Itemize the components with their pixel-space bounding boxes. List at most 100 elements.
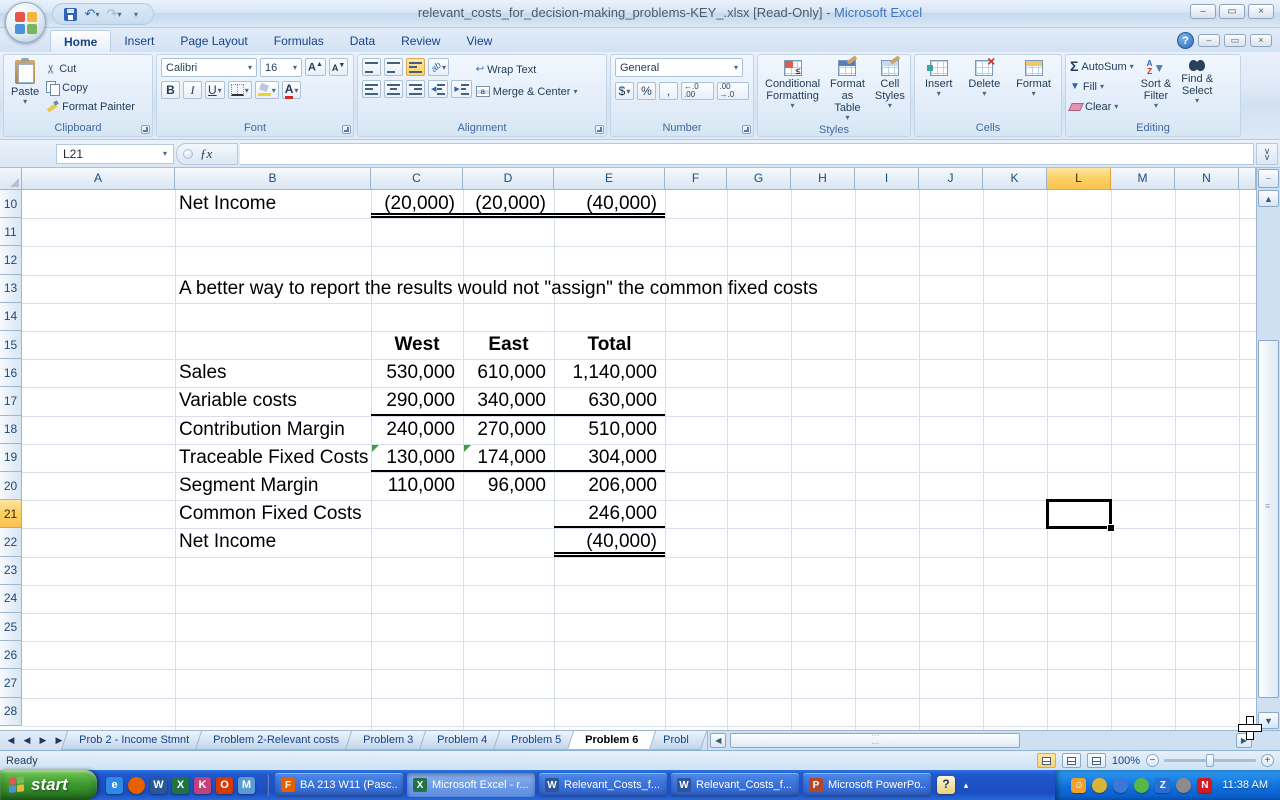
tray-icon-shield[interactable]: [1092, 778, 1107, 793]
sheet-tab-3[interactable]: Problem 3: [345, 731, 431, 750]
font-name-dropdown-icon[interactable]: ▾: [248, 64, 252, 71]
name-box[interactable]: L21▾: [56, 144, 174, 164]
row-header-22[interactable]: 22: [0, 528, 22, 556]
zoom-level[interactable]: 100%: [1112, 755, 1140, 767]
format-painter-button[interactable]: Format Painter: [46, 98, 135, 115]
vertical-scroll-thumb[interactable]: [1258, 340, 1279, 698]
delete-cells-button[interactable]: Delete ▾: [965, 58, 1003, 121]
paste-button[interactable]: Paste ▾: [8, 58, 42, 121]
delete-dropdown-icon[interactable]: ▾: [982, 90, 986, 97]
workbook-minimize-button[interactable]: –: [1198, 34, 1220, 47]
next-sheet-button[interactable]: ▶: [36, 735, 50, 746]
column-header-A[interactable]: A: [22, 168, 175, 190]
number-dialog-launcher[interactable]: [742, 125, 751, 134]
wrap-text-button[interactable]: ↩Wrap Text: [476, 61, 578, 78]
cell-D18[interactable]: 270,000: [463, 416, 554, 444]
redo-button[interactable]: ↷▾: [105, 5, 123, 23]
cell-B17[interactable]: Variable costs: [175, 387, 371, 415]
taskbar-task[interactable]: PMicrosoft PowerPo...: [803, 773, 931, 797]
underline-dropdown-icon[interactable]: ▾: [218, 87, 222, 94]
fill-color-button[interactable]: ▾: [255, 81, 279, 99]
align-right-button[interactable]: [406, 80, 425, 98]
insert-function-button[interactable]: ƒx: [176, 143, 238, 165]
taskbar-task[interactable]: XMicrosoft Excel - r...: [407, 773, 535, 797]
grow-font-button[interactable]: A▲: [305, 58, 326, 76]
percent-style-button[interactable]: %: [637, 82, 656, 100]
excel-icon[interactable]: X: [172, 777, 189, 794]
cell-B20[interactable]: Segment Margin: [175, 472, 371, 500]
conditional-formatting-button[interactable]: Conditional Formatting ▾: [762, 58, 823, 123]
cell-D19[interactable]: 174,000: [463, 444, 554, 472]
sort-filter-button[interactable]: AZ▼ Sort & Filter ▾: [1138, 58, 1175, 121]
row-header-17[interactable]: 17: [0, 387, 22, 415]
expand-formula-bar-button[interactable]: ∨∨: [1256, 143, 1278, 165]
redo-dropdown-icon[interactable]: ▾: [117, 11, 121, 18]
cell-E17[interactable]: 630,000: [554, 387, 665, 415]
first-sheet-button[interactable]: ◀: [4, 735, 18, 746]
column-header-C[interactable]: C: [371, 168, 463, 190]
column-header-D[interactable]: D: [463, 168, 554, 190]
row-header-13[interactable]: 13: [0, 275, 22, 303]
font-size-dropdown-icon[interactable]: ▾: [293, 64, 297, 71]
spreadsheet-grid[interactable]: ABCDEFGHIJKLMN10111213141516171819202122…: [0, 168, 1256, 730]
close-button[interactable]: ×: [1248, 4, 1274, 19]
cell-C10[interactable]: (20,000): [371, 190, 463, 218]
select-all-corner[interactable]: [0, 168, 22, 190]
increase-indent-button[interactable]: ▶: [451, 80, 471, 98]
cell-C19[interactable]: 130,000: [371, 444, 463, 472]
zoom-in-button[interactable]: +: [1261, 754, 1274, 767]
insert-cells-button[interactable]: Insert ▾: [922, 58, 956, 121]
undo-button[interactable]: ↶▾: [83, 5, 101, 23]
sheet-tab-4[interactable]: Problem 4: [419, 731, 505, 750]
autosum-dropdown-icon[interactable]: ▾: [1130, 63, 1134, 70]
sheet-tab-6[interactable]: Problem 6: [567, 731, 656, 750]
cell-C15[interactable]: West: [371, 331, 463, 359]
tab-data[interactable]: Data: [337, 30, 388, 52]
column-header-I[interactable]: I: [855, 168, 919, 190]
cell-B18[interactable]: Contribution Margin: [175, 416, 371, 444]
row-header-24[interactable]: 24: [0, 585, 22, 613]
alignment-dialog-launcher[interactable]: [595, 125, 604, 134]
tab-view[interactable]: View: [453, 30, 505, 52]
cell-B19[interactable]: Traceable Fixed Costs: [175, 444, 371, 472]
cell-C17[interactable]: 290,000: [371, 387, 463, 415]
font-size-combo[interactable]: 16▾: [260, 58, 302, 77]
row-header-27[interactable]: 27: [0, 669, 22, 697]
cell-B16[interactable]: Sales: [175, 359, 371, 387]
find-dropdown-icon[interactable]: ▾: [1195, 97, 1199, 104]
decrease-decimal-button[interactable]: .00 →.0: [717, 82, 750, 100]
column-header-H[interactable]: H: [791, 168, 855, 190]
name-box-dropdown-icon[interactable]: ▾: [163, 150, 167, 157]
tab-review[interactable]: Review: [388, 30, 453, 52]
cell-B13[interactable]: A better way to report the results would…: [175, 275, 818, 303]
column-header-M[interactable]: M: [1111, 168, 1175, 190]
workbook-restore-button[interactable]: ▭: [1224, 34, 1246, 47]
messenger-icon[interactable]: M: [238, 777, 255, 794]
tray-icon-green[interactable]: [1134, 778, 1149, 793]
row-header-19[interactable]: 19: [0, 444, 22, 472]
bold-button[interactable]: B: [161, 81, 180, 99]
undo-dropdown-icon[interactable]: ▾: [95, 11, 99, 18]
column-header-J[interactable]: J: [919, 168, 983, 190]
row-header-28[interactable]: 28: [0, 698, 22, 726]
page-break-view-button[interactable]: [1087, 753, 1106, 768]
border-button[interactable]: ▾: [228, 81, 252, 99]
cell-B21[interactable]: Common Fixed Costs: [175, 500, 371, 528]
save-button[interactable]: [61, 5, 79, 23]
minimize-button[interactable]: –: [1190, 4, 1216, 19]
format-dropdown-icon[interactable]: ▾: [1032, 90, 1036, 97]
cell-E16[interactable]: 1,140,000: [554, 359, 665, 387]
tray-icon-smiley[interactable]: ☺: [1071, 778, 1086, 793]
italic-button[interactable]: I: [183, 81, 202, 99]
office-button[interactable]: [5, 2, 46, 43]
help-button[interactable]: ?: [1177, 32, 1194, 49]
key-icon[interactable]: K: [194, 777, 211, 794]
zoom-out-button[interactable]: −: [1146, 754, 1159, 767]
clear-dropdown-icon[interactable]: ▾: [1114, 103, 1118, 110]
collapse-tray-icon[interactable]: ▴: [959, 776, 973, 794]
merge-center-button[interactable]: aMerge & Center▾: [476, 83, 578, 100]
tab-home[interactable]: Home: [50, 30, 111, 52]
split-handle[interactable]: ⎯: [1258, 169, 1279, 188]
sheet-tab-1[interactable]: Prob 2 - Income Stmnt: [61, 731, 207, 750]
row-header-12[interactable]: 12: [0, 246, 22, 274]
